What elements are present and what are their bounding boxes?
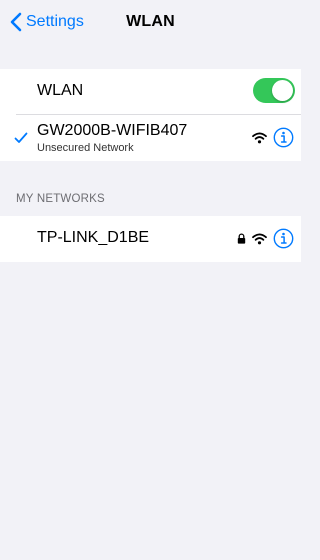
connected-network-row[interactable]: GW2000B-WIFIB407 Unsecured Network [0,115,301,161]
connected-network-subtitle: Unsecured Network [37,142,134,154]
info-icon[interactable] [273,228,294,249]
my-networks-group: TP-LINK_D1BE [0,216,301,262]
wifi-icon [252,233,267,244]
wlan-label: WLAN [37,82,84,99]
wifi-icon [252,132,267,143]
network-name: TP-LINK_D1BE [37,229,150,246]
lock-icon [237,233,246,244]
wlan-toggle-row: WLAN [0,69,301,115]
page-title: WLAN [126,13,175,30]
checkmark-icon [14,132,28,143]
network-row[interactable]: TP-LINK_D1BE [0,216,301,262]
section-header-my-networks: MY NETWORKS [16,193,105,205]
info-icon[interactable] [273,127,294,148]
wlan-toggle-switch[interactable] [253,78,295,103]
connected-network-icons [246,127,294,148]
toggle-knob [272,80,293,101]
network-icons [231,228,294,249]
wlan-group: WLAN GW2000B-WIFIB407 Unsecured Network [0,69,301,161]
connected-network-name: GW2000B-WIFIB407 [37,122,188,139]
navigation-bar: Settings WLAN [0,0,301,44]
